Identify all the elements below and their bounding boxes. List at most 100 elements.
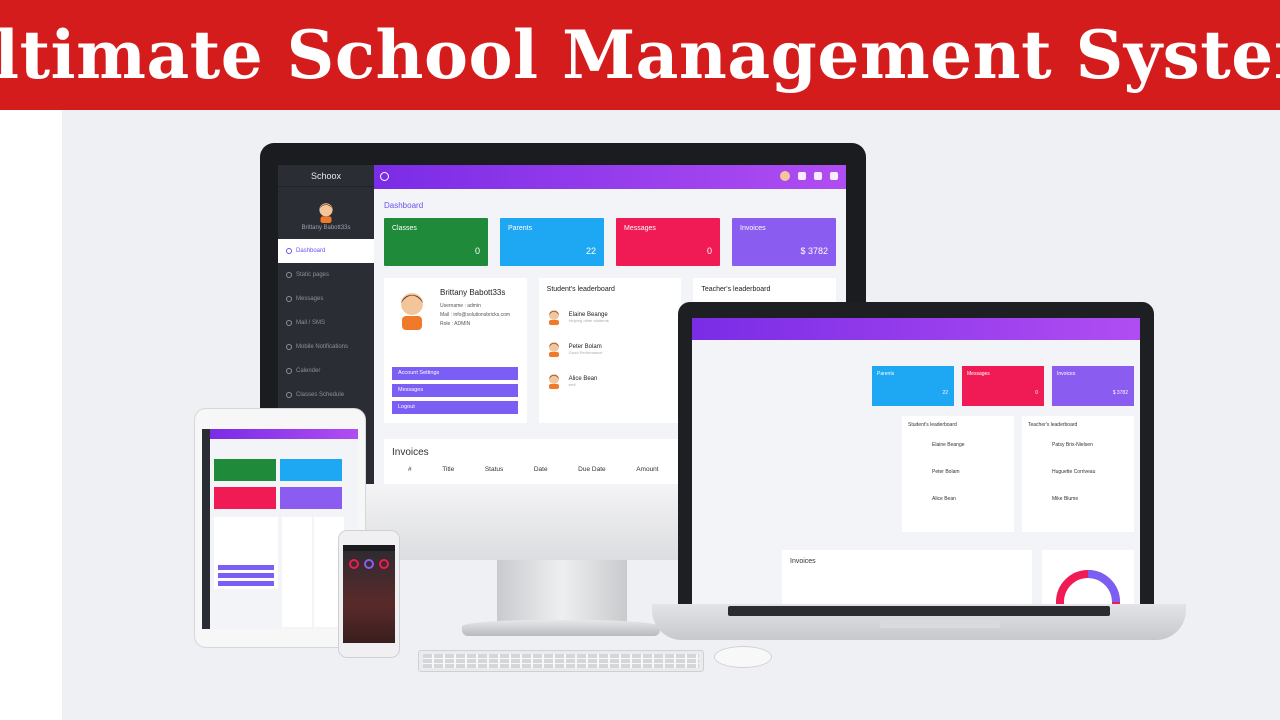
phone-status-bar xyxy=(343,545,395,551)
profile-meta: Username : admin Mail : info@solutionsbr… xyxy=(440,302,520,329)
column-header[interactable]: # xyxy=(408,466,412,473)
sidebar-item-messages[interactable]: Messages xyxy=(278,287,374,311)
dashboard-icon xyxy=(286,248,292,254)
keyboard-keys xyxy=(423,654,699,668)
card-value: $ 3782 xyxy=(1112,390,1128,396)
column-header[interactable]: Title xyxy=(442,466,454,473)
laptop-card-invoices[interactable]: Invoices $ 3782 xyxy=(1052,366,1134,406)
student-name: Elaine Beange xyxy=(932,442,965,448)
breadcrumb[interactable]: Dashboard xyxy=(384,201,836,210)
title-banner: Ultimate School Management System xyxy=(0,0,1280,110)
laptop-hinge xyxy=(728,606,1110,616)
profile-avatar-icon[interactable] xyxy=(780,171,790,181)
phone-icon xyxy=(286,320,292,326)
profile-panel: Brittany Babott33s Username : admin Mail… xyxy=(384,278,527,423)
column-header[interactable]: Date xyxy=(534,466,548,473)
column-header[interactable]: Status xyxy=(485,466,503,473)
student-name: Peter Bolam xyxy=(568,343,602,350)
mouse xyxy=(714,646,772,668)
student-name: Alice Bean xyxy=(932,496,956,502)
laptop-card-messages[interactable]: Messages 0 xyxy=(962,366,1044,406)
profile-username: Username : admin xyxy=(440,303,481,309)
calendar-icon xyxy=(286,368,292,374)
user-avatar-icon[interactable] xyxy=(315,201,337,223)
phone-widget-icon[interactable] xyxy=(364,559,374,569)
sidebar-item-label: Static pages xyxy=(296,272,330,278)
phone-widget-icon[interactable] xyxy=(379,559,389,569)
invoices-title: Invoices xyxy=(392,447,429,458)
list-item[interactable]: Elaine Beange Helping other students xyxy=(547,301,674,333)
sidebar-item-mail-sms[interactable]: Mail / SMS xyxy=(278,311,374,335)
sidebar-item-classes-schedule[interactable]: Classes Schedule xyxy=(278,383,374,407)
card-value: 0 xyxy=(706,246,712,256)
invoices-panel: Invoices # Title Status Date Due Date Am… xyxy=(384,439,683,484)
tablet-account-settings-button[interactable] xyxy=(218,565,274,570)
teachers-leaderboard-title: Teacher's leaderboard xyxy=(701,286,771,293)
messages-button[interactable]: Messages xyxy=(392,384,518,397)
grid-icon[interactable] xyxy=(830,172,838,180)
account-settings-button[interactable]: Account Settings xyxy=(392,367,518,380)
leaderboard-title: Student's leaderboard xyxy=(908,422,957,428)
clock-icon xyxy=(286,392,292,398)
sidebar-item-dashboard[interactable]: Dashboard xyxy=(278,239,374,263)
banner-title: Ultimate School Management System xyxy=(0,16,1280,94)
card-value: $ 3782 xyxy=(800,246,828,256)
card-messages[interactable]: Messages 0 xyxy=(616,218,720,266)
sidebar-item-label: Calender xyxy=(296,368,321,374)
sidebar-username[interactable]: Brittany Babott33s xyxy=(278,225,374,231)
list-item[interactable]: Peter Bolam Good Performance xyxy=(547,333,674,365)
card-label: Invoices xyxy=(740,225,766,232)
student-avatar-icon xyxy=(548,310,559,325)
tablet-card-parents[interactable] xyxy=(280,459,342,481)
student-avatar-icon xyxy=(548,374,559,389)
menu-toggle-icon[interactable] xyxy=(380,172,389,181)
sidebar-item-calender[interactable]: Calender xyxy=(278,359,374,383)
tablet-messages-button[interactable] xyxy=(218,573,274,578)
laptop-card-parents[interactable]: Parents 22 xyxy=(872,366,954,406)
power-icon[interactable] xyxy=(814,172,822,180)
sidebar-item-static-pages[interactable]: Static pages xyxy=(278,263,374,287)
card-parents[interactable]: Parents 22 xyxy=(500,218,604,266)
brand-name[interactable]: Schoox xyxy=(278,165,374,187)
student-note: Good Performance xyxy=(568,349,603,355)
logout-button[interactable]: Logout xyxy=(392,401,518,414)
column-header[interactable]: Due Date xyxy=(578,466,605,473)
laptop-top-bar xyxy=(692,318,1140,340)
teacher-name: Patsy Brix-Nielsen xyxy=(1052,442,1093,448)
tablet-profile-panel xyxy=(214,517,278,589)
card-value: 0 xyxy=(474,246,480,256)
sidebar-item-mobile-notifications[interactable]: Mobile Notifications xyxy=(278,335,374,359)
card-label: Parents xyxy=(508,225,533,232)
card-value: 22 xyxy=(585,246,596,256)
tablet-card-invoices[interactable] xyxy=(280,487,342,509)
invoices-table-header: # Title Status Date Due Date Amount xyxy=(392,466,675,473)
flag-icon[interactable] xyxy=(798,172,806,180)
laptop-invoices-panel: Invoices xyxy=(782,550,1032,604)
tablet-sidebar xyxy=(202,429,210,629)
message-icon xyxy=(286,296,292,302)
top-bar-actions xyxy=(780,171,838,181)
column-header[interactable]: Amount xyxy=(636,466,658,473)
sidebar-item-label: Messages xyxy=(296,296,324,302)
tablet-students-panel xyxy=(282,517,312,627)
laptop: Parents 22 Messages 0 Invoices $ 3782 St… xyxy=(678,302,1154,604)
students-leaderboard-title: Student's leaderboard xyxy=(546,286,615,293)
student-avatar-icon xyxy=(548,342,559,357)
laptop-trackpad xyxy=(880,620,1000,628)
card-invoices[interactable]: Invoices $ 3782 xyxy=(732,218,836,266)
card-classes[interactable]: Classes 0 xyxy=(384,218,488,266)
phone-widget-icon[interactable] xyxy=(349,559,359,569)
list-item[interactable]: Alice Bean well xyxy=(547,365,674,397)
tablet-card-messages[interactable] xyxy=(214,487,276,509)
teacher-name: Huguette Corriveau xyxy=(1052,469,1096,475)
phone-screen xyxy=(343,545,395,643)
students-leaderboard: Student's leaderboard Elaine Beange Helpi… xyxy=(538,278,682,423)
laptop-screen: Parents 22 Messages 0 Invoices $ 3782 St… xyxy=(692,318,1140,604)
tablet-card-classes[interactable] xyxy=(214,459,276,481)
monitor-stand-base xyxy=(462,620,660,636)
tablet-logout-button[interactable] xyxy=(218,581,274,586)
donut-chart xyxy=(1056,570,1120,604)
sidebar-item-label: Mail / SMS xyxy=(296,320,326,326)
keyboard xyxy=(418,650,704,672)
invoices-title: Invoices xyxy=(790,558,816,565)
